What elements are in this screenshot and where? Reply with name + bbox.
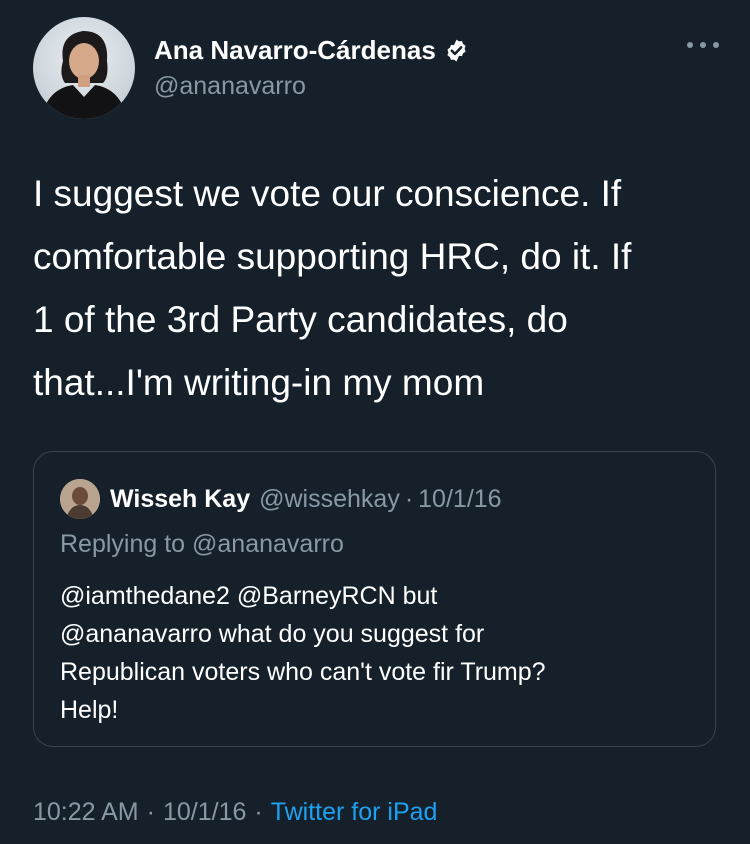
quoted-tweet[interactable]: Wisseh Kay @wissehkay · 10/1/16 Replying… xyxy=(33,451,716,747)
tweet-time[interactable]: 10:22 AM xyxy=(33,798,139,827)
author-handle[interactable]: @ananavarro xyxy=(154,72,469,101)
quoted-tweet-text: @iamthedane2 @BarneyRCN but @ananavarro … xyxy=(60,582,546,724)
quoted-replying-to: Replying to @ananavarro xyxy=(60,530,344,558)
quoted-tweet-header: Wisseh Kay @wissehkay · 10/1/16 xyxy=(60,479,502,519)
tweet-text: I suggest we vote our conscience. If com… xyxy=(33,173,632,403)
quoted-author-handle: @wissehkay xyxy=(259,484,400,513)
quoted-author-display-name: Wisseh Kay xyxy=(110,484,251,513)
more-options-icon[interactable] xyxy=(683,39,723,51)
author-avatar[interactable] xyxy=(33,17,135,119)
author-avatar-image xyxy=(41,31,127,119)
tweet-source-link[interactable]: Twitter for iPad xyxy=(271,798,438,827)
quoted-author-avatar-image xyxy=(60,479,100,519)
quoted-separator: · xyxy=(404,484,414,513)
tweet-meta: 10:22 AM · 10/1/16 · Twitter for iPad xyxy=(33,798,437,827)
author-info: Ana Navarro-Cárdenas @ananavarro xyxy=(154,35,469,101)
meta-separator: · xyxy=(146,798,155,826)
verified-badge-icon xyxy=(447,39,466,62)
author-name-row: Ana Navarro-Cárdenas xyxy=(154,35,469,66)
quoted-author-avatar xyxy=(60,479,100,519)
quoted-date: 10/1/16 xyxy=(418,484,502,513)
meta-separator-2: · xyxy=(254,798,263,826)
tweet-header: Ana Navarro-Cárdenas @ananavarro xyxy=(33,17,723,122)
tweet-date[interactable]: 10/1/16 xyxy=(163,798,246,827)
author-display-name[interactable]: Ana Navarro-Cárdenas xyxy=(154,35,436,66)
